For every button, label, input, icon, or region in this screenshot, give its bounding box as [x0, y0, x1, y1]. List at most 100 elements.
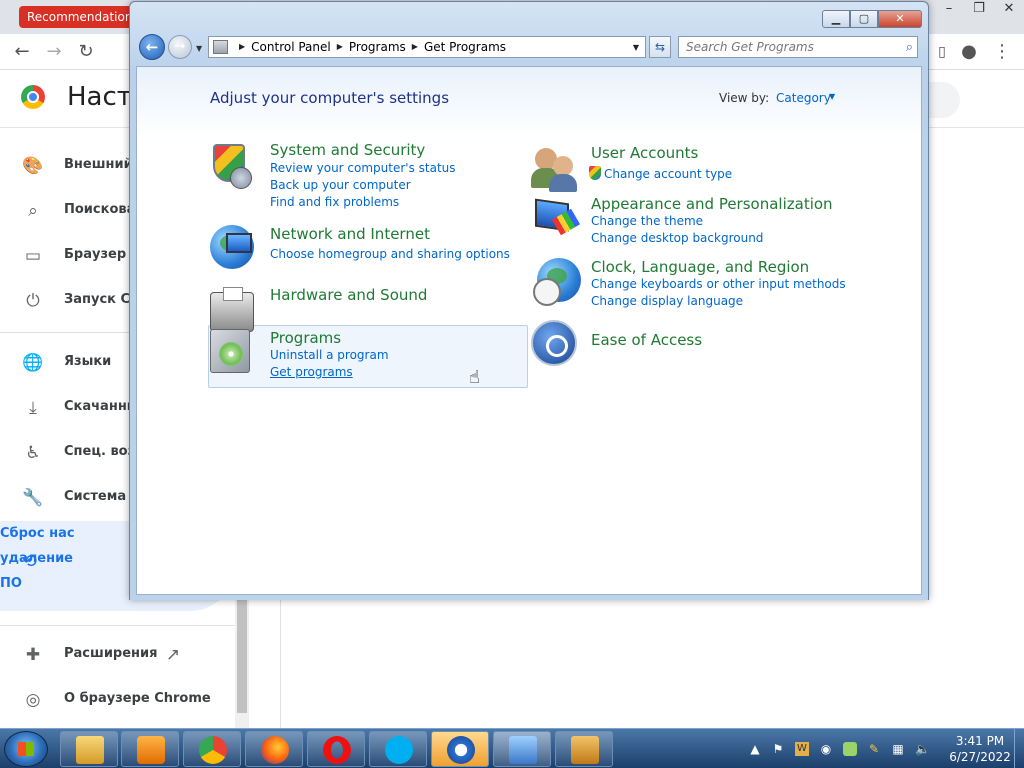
sidebar-scrollbar-thumb[interactable]	[237, 593, 247, 713]
taskbar-quicktime[interactable]	[431, 731, 489, 767]
wrench-icon: 🔧	[22, 488, 44, 508]
restore-icon[interactable]: ❐	[964, 0, 994, 18]
show-hidden-icons-icon[interactable]: ▲	[748, 742, 762, 756]
printer-icon[interactable]	[210, 287, 254, 332]
taskbar-explorer[interactable]	[60, 731, 118, 767]
link-change-background[interactable]: Change desktop background	[591, 231, 763, 245]
breadcrumb-control-panel[interactable]: Control Panel	[251, 37, 331, 57]
word-icon	[571, 736, 599, 764]
show-desktop-button[interactable]	[1014, 729, 1024, 768]
taskbar-chrome[interactable]	[183, 731, 241, 767]
category-title[interactable]: Network and Internet	[270, 225, 430, 243]
address-dropdown-icon[interactable]: ▼	[633, 43, 639, 52]
address-bar[interactable]: ▶ Control Panel ▶ Programs ▶ Get Program…	[208, 36, 646, 58]
sidebar-panel-icon[interactable]: ▯	[930, 40, 954, 64]
forward-arrow-icon[interactable]: →	[42, 40, 66, 64]
forward-button[interactable]: →	[168, 35, 192, 59]
action-center-flag-icon[interactable]: ⚑	[771, 742, 785, 756]
sidebar-item-about-chrome[interactable]: ◎ О браузере Chrome	[0, 685, 250, 715]
link-change-theme[interactable]: Change the theme	[591, 214, 703, 228]
link-change-account-type[interactable]: Change account type	[589, 166, 732, 181]
search-input[interactable]: Search Get Programs ⌕	[678, 36, 918, 58]
taskbar-firefox[interactable]	[245, 731, 303, 767]
browser-icon: ▭	[24, 246, 42, 266]
restore-icon: ⟲	[22, 551, 38, 572]
link-change-keyboards[interactable]: Change keyboards or other input methods	[591, 277, 846, 291]
network-icon[interactable]: ▦	[891, 742, 905, 756]
disc-icon	[219, 342, 243, 366]
link-change-display-language[interactable]: Change display language	[591, 294, 743, 308]
search-placeholder: Search Get Programs	[686, 40, 814, 54]
reload-icon[interactable]: ↻	[74, 40, 98, 64]
category-title[interactable]: System and Security	[270, 141, 425, 159]
taskbar-clock[interactable]: 3:41 PM 6/27/2022	[945, 733, 1015, 765]
refresh-button[interactable]: ⇆	[649, 36, 671, 58]
taskbar-skype[interactable]	[369, 731, 427, 767]
minimize-icon[interactable]: –	[934, 0, 964, 18]
firefox-icon	[261, 736, 289, 764]
clock-date: 6/27/2022	[949, 750, 1011, 764]
chrome-window-controls: – ❐ ✕	[934, 0, 1024, 18]
close-icon[interactable]: ✕	[994, 0, 1024, 18]
view-by-dropdown[interactable]: Category	[776, 91, 831, 105]
back-arrow-icon[interactable]: ←	[10, 40, 34, 64]
window-controls: ▁ ▢ ✕	[822, 10, 922, 28]
breadcrumb-chevron-icon[interactable]: ▶	[412, 37, 418, 57]
sidebar-item-extensions[interactable]: ✚ Расширения ↗	[0, 640, 250, 670]
appearance-icon[interactable]	[531, 195, 581, 243]
ease-of-access-icon[interactable]	[531, 320, 577, 366]
category-title[interactable]: User Accounts	[591, 144, 698, 162]
taskbar-opera[interactable]	[307, 731, 365, 767]
network-globe-icon[interactable]	[210, 225, 254, 269]
category-title[interactable]: Programs	[270, 329, 341, 347]
chrome-logo-icon	[21, 85, 45, 109]
category-title[interactable]: Ease of Access	[591, 331, 702, 349]
link-uninstall-program[interactable]: Uninstall a program	[270, 348, 389, 362]
link-get-programs[interactable]: Get programs	[270, 365, 353, 379]
breadcrumb-chevron-icon[interactable]: ▶	[239, 37, 245, 57]
volume-icon[interactable]: 🔈	[915, 742, 930, 756]
category-title[interactable]: Appearance and Personalization	[591, 195, 833, 213]
category-title[interactable]: Clock, Language, and Region	[591, 258, 809, 276]
start-button[interactable]	[4, 731, 48, 767]
link-find-fix[interactable]: Find and fix problems	[270, 195, 399, 209]
programs-icon[interactable]	[210, 329, 250, 373]
search-icon[interactable]: ⌕	[906, 38, 913, 58]
sidebar-divider	[0, 625, 235, 626]
chevron-down-icon[interactable]: ▼	[829, 92, 835, 101]
sidebar-item-label: Поискова	[64, 202, 136, 217]
minimize-button[interactable]: ▁	[822, 10, 850, 28]
breadcrumb-get-programs[interactable]: Get Programs	[424, 37, 506, 57]
breadcrumb-chevron-icon[interactable]: ▶	[337, 37, 343, 57]
back-button[interactable]: ←	[139, 34, 165, 60]
taskbar-media-player[interactable]	[121, 731, 179, 767]
tray-utility-icon[interactable]: ✎	[867, 742, 881, 756]
category-title[interactable]: Hardware and Sound	[270, 286, 427, 304]
clock-time: 3:41 PM	[955, 734, 1005, 748]
recent-pages-chevron-icon[interactable]: ▼	[196, 44, 202, 53]
system-tray: ▲ ⚑ W ◉ ✎ ▦ 🔈	[745, 729, 955, 768]
taskbar-control-panel[interactable]	[493, 731, 551, 767]
maximize-button[interactable]: ▢	[850, 10, 878, 28]
tray-app-icon[interactable]	[843, 742, 857, 756]
monitor-icon	[226, 233, 252, 253]
sidebar-item-label: Расширения	[64, 646, 158, 661]
close-button[interactable]: ✕	[878, 10, 922, 28]
breadcrumb-programs[interactable]: Programs	[349, 37, 406, 57]
link-homegroup[interactable]: Choose homegroup and sharing options	[270, 247, 510, 261]
chrome-tab[interactable]: Recommendations	[19, 6, 147, 28]
profile-icon[interactable]: ●	[957, 40, 981, 64]
settings-title: Наст	[67, 82, 132, 112]
page-title: Adjust your computer's settings	[210, 89, 450, 107]
clock-icon	[533, 278, 561, 306]
quicktime-tray-icon[interactable]: ◉	[819, 742, 833, 756]
users-icon[interactable]	[531, 144, 579, 192]
menu-dots-icon[interactable]: ⋮	[990, 40, 1014, 64]
word-tray-icon[interactable]: W	[795, 742, 809, 756]
uac-shield-icon	[589, 166, 601, 180]
link-label: Change account type	[604, 167, 733, 181]
link-review-status[interactable]: Review your computer's status	[270, 161, 456, 175]
link-back-up[interactable]: Back up your computer	[270, 178, 411, 192]
palette-icon: 🎨	[22, 156, 44, 176]
taskbar-word[interactable]	[555, 731, 613, 767]
